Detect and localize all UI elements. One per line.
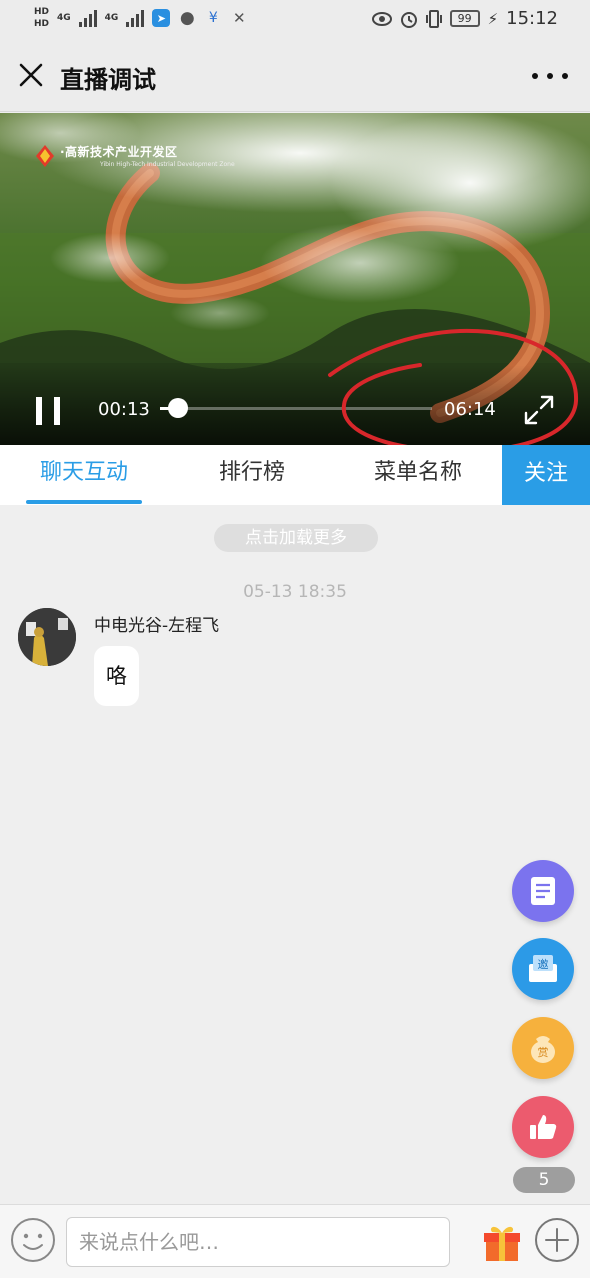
hd-bottom-label: HD [34,19,50,29]
charging-icon: ⚡ [487,9,499,28]
network-type-1: 4G [57,13,71,23]
hd-top-label: HD [34,7,50,17]
tab-bar: 聊天互动 排行榜 菜单名称 关注 [0,445,590,505]
chat-bubble-icon: ● [179,8,195,28]
tab-chat[interactable]: 聊天互动 [22,445,146,505]
message-bubble: 咯 [94,646,139,706]
logo-subtext: Yibin High-Tech Industrial Development Z… [100,161,235,168]
fullscreen-icon[interactable] [522,393,556,427]
video-controls-overlay [0,365,590,445]
app-notification-icon: ➤ [152,9,171,27]
video-watermark-logo: ·高新技术产业开发区 Yibin High-Tech Industrial De… [36,143,235,168]
progress-thumb[interactable] [168,398,188,418]
clock: 15:12 [506,8,558,29]
page-title: 直播调试 [60,66,156,94]
reward-button[interactable]: 赏 [512,1017,574,1079]
plus-icon[interactable] [534,1217,580,1263]
battery-icon: 99 [449,10,480,27]
hd-indicator: HD HD [34,6,49,30]
sender-name: 中电光谷-左程飞 [94,616,220,636]
video-player[interactable]: ·高新技术产业开发区 Yibin High-Tech Industrial De… [0,113,590,445]
current-time: 00:13 [98,399,150,420]
translate-app-icon: ✕ [233,9,246,27]
like-button[interactable] [512,1096,574,1158]
message-input[interactable] [66,1217,450,1267]
emoji-icon[interactable] [10,1217,56,1263]
load-more-button[interactable]: 点击加载更多 [214,524,378,552]
signal-icon-2 [126,9,145,27]
active-tab-indicator [26,500,142,504]
avatar[interactable] [18,608,76,666]
status-left-icons: HD HD 4G 4G ➤ ● ¥ ✕ [34,6,248,30]
progress-bar[interactable] [160,407,432,410]
invite-envelope-icon: 邀 [529,955,557,982]
network-type-2: 4G [104,13,119,23]
alarm-icon [400,11,417,28]
vibrate-icon [425,9,442,28]
status-right-icons: 99 ⚡ 15:12 [371,8,558,29]
zone-logo-icon [36,144,54,167]
signal-icon [78,9,97,27]
tab-ranking[interactable]: 排行榜 [200,445,304,505]
close-icon[interactable] [14,58,48,92]
status-bar: HD HD 4G 4G ➤ ● ¥ ✕ 99 ⚡ 15:12 [0,0,590,40]
document-button[interactable] [512,860,574,922]
invite-label: 邀 [538,957,549,971]
follow-button[interactable]: 关注 [502,445,590,505]
more-options-icon[interactable] [532,64,568,88]
reward-bag-icon: 赏 [531,1036,555,1063]
title-bar: 直播调试 [0,40,590,112]
invite-button[interactable]: 邀 [512,938,574,1000]
reward-label: 赏 [538,1046,549,1059]
avatar-image [18,608,76,666]
eye-icon [371,11,392,26]
input-bar [0,1204,590,1278]
pause-icon[interactable] [36,397,60,425]
like-count-badge: 5 [513,1167,575,1193]
thumbs-up-icon [530,1115,557,1139]
document-icon [531,877,555,905]
gift-icon[interactable] [480,1219,524,1263]
message-timestamp: 05-13 18:35 [243,582,347,602]
tab-menu[interactable]: 菜单名称 [360,445,476,505]
bank-app-icon: ¥ [208,10,218,26]
logo-text: ·高新技术产业开发区 [60,145,178,159]
total-time: 06:14 [444,399,496,420]
